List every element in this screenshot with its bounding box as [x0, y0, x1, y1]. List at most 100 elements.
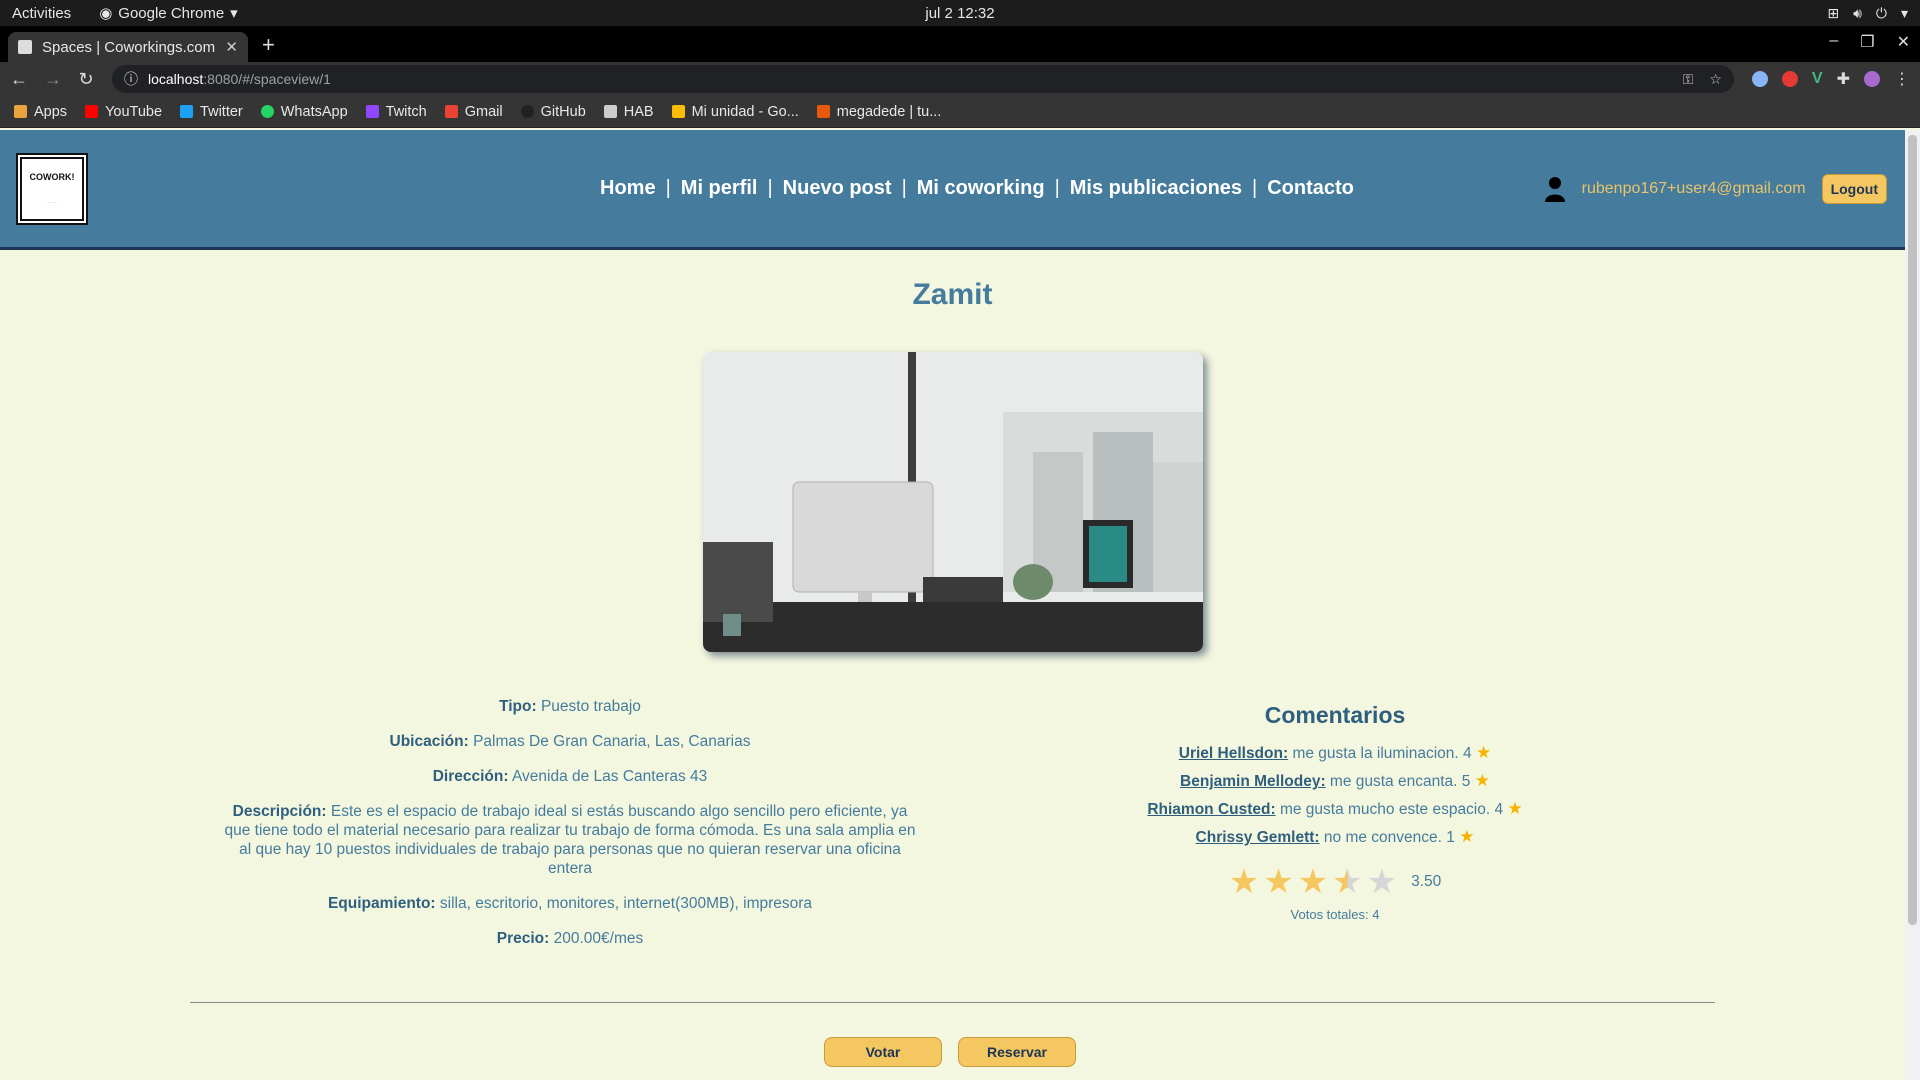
page-favicon-icon [18, 40, 32, 54]
menu-dots-icon[interactable]: ⋮ [1894, 69, 1910, 89]
adblock-icon[interactable] [1781, 71, 1798, 87]
twitch-icon [365, 105, 379, 118]
app-name: Google Chrome [118, 4, 225, 22]
star-filled-icon: ★ [1228, 863, 1260, 901]
browser-toolbar: ← → ↻ ⓘ localhost:8080/#/spaceview/1 ⚿ ☆… [0, 62, 1920, 96]
bookmark-apps[interactable]: Apps [14, 104, 67, 120]
gmail-icon [444, 105, 458, 118]
main-nav: Home | Mi perfil | Nuevo post | Mi cowor… [600, 177, 1354, 200]
comment-item: Benjamin Mellodey: me gusta encanta. 5 ★ [1115, 771, 1555, 791]
vue-devtools-icon[interactable]: V [1812, 70, 1823, 88]
bookmark-drive[interactable]: Mi unidad - Go... [671, 104, 799, 120]
nav-contacto[interactable]: Contacto [1267, 177, 1354, 200]
precio-row: Precio: 200.00€/mes [496, 930, 644, 947]
comment-item: Uriel Hellsdon: me gusta la iluminacion.… [1115, 743, 1555, 763]
star-icon: ★ [1459, 827, 1475, 846]
chevron-down-icon: ▾ [230, 5, 238, 22]
star-icon: ★ [1475, 743, 1492, 762]
comment-author[interactable]: Benjamin Mellodey: [1180, 773, 1326, 790]
bookmark-twitter[interactable]: Twitter [180, 104, 243, 120]
total-votes: Votos totales: 4 [1290, 907, 1380, 922]
nav-home[interactable]: Home [600, 177, 656, 200]
vote-button[interactable]: Votar [824, 1037, 942, 1067]
nav-mi-coworking[interactable]: Mi coworking [917, 177, 1045, 200]
back-icon[interactable]: ← [10, 69, 28, 90]
site-header: COWORK! · · · · · · Home | Mi perfil | N… [0, 130, 1905, 250]
maximize-icon[interactable]: ❐ [1860, 32, 1874, 52]
nav-separator: | [901, 177, 907, 199]
comment-author[interactable]: Rhiamon Custed: [1147, 801, 1275, 818]
bookmark-megadede[interactable]: megadede | tu... [816, 104, 941, 120]
logout-button[interactable]: Logout [1821, 173, 1887, 204]
bookmark-twitch[interactable]: Twitch [365, 104, 427, 120]
scrollbar-thumb[interactable] [1908, 135, 1917, 925]
google-drive-icon [671, 105, 685, 118]
key-icon[interactable]: ⚿ [1683, 71, 1694, 88]
address-bar[interactable]: ⓘ localhost:8080/#/spaceview/1 ⚿ ☆ [112, 65, 1734, 93]
info-icon[interactable]: ⓘ [124, 69, 138, 89]
nav-mi-perfil[interactable]: Mi perfil [681, 177, 758, 200]
browser-tab[interactable]: Spaces | Coworkings.com ✕ [8, 32, 248, 62]
close-tab-icon[interactable]: ✕ [225, 38, 238, 56]
comment-item: Chrissy Gemlett: no me convence. 1 ★ [1115, 827, 1555, 847]
rating-stars: ★ ★ ★ ★ ★ 3.50 [1115, 865, 1555, 899]
window-controls: – ❐ ✕ [1829, 32, 1910, 52]
clock[interactable]: jul 2 12:32 [925, 5, 994, 22]
new-tab-button[interactable]: + [262, 32, 275, 58]
nav-separator: | [767, 177, 773, 199]
bookmark-gmail[interactable]: Gmail [444, 104, 503, 120]
descripcion-value: Este es el espacio de trabajo ideal si e… [224, 803, 916, 877]
direccion-row: Dirección: Avenida de Las Canteras 43 [432, 768, 708, 785]
star-filled-icon: ★ [1297, 863, 1329, 901]
site-logo[interactable]: COWORK! · · · · · · [16, 152, 88, 225]
forward-icon[interactable]: → [44, 69, 62, 90]
comment-author[interactable]: Chrissy Gemlett: [1196, 829, 1320, 846]
page-scrollbar[interactable] [1905, 130, 1920, 1080]
minimize-icon[interactable]: – [1829, 32, 1838, 52]
user-area: rubenpo167+user4@gmail.com Logout [1544, 173, 1887, 204]
user-email[interactable]: rubenpo167+user4@gmail.com [1582, 180, 1806, 198]
tab-title: Spaces | Coworkings.com [42, 38, 216, 56]
puzzle-icon[interactable]: ✚ [1837, 69, 1850, 89]
github-icon [520, 105, 534, 118]
extension-icon[interactable] [1751, 71, 1768, 87]
apps-grid-icon [14, 105, 27, 118]
url-path: :8080/#/spaceview/1 [203, 71, 331, 87]
tab-strip: Spaces | Coworkings.com ✕ + – ❐ ✕ [0, 26, 1920, 62]
star-icon: ★ [1474, 771, 1490, 790]
system-tray[interactable]: ⊞ 🔊︎ ⏻ ▾ [1827, 5, 1908, 22]
user-icon[interactable] [1544, 175, 1566, 203]
profile-avatar[interactable] [1864, 71, 1880, 87]
comment-text: me gusta encanta. 5 [1329, 773, 1471, 790]
reload-icon[interactable]: ↻ [78, 69, 94, 90]
nav-separator: | [665, 177, 671, 199]
page-viewport: COWORK! · · · · · · Home | Mi perfil | N… [0, 130, 1905, 1080]
bookmark-hab[interactable]: HAB [603, 104, 654, 120]
comment-item: Rhiamon Custed: me gusta mucho este espa… [1115, 799, 1555, 819]
bookmark-github[interactable]: GitHub [520, 104, 586, 120]
folder-icon [603, 105, 617, 118]
bookmark-star-icon[interactable]: ☆ [1709, 71, 1722, 88]
tipo-row: Tipo: Puesto trabajo [499, 698, 641, 715]
comment-text: me gusta la iluminacion. 4 [1292, 745, 1472, 762]
bookmark-youtube[interactable]: YouTube [85, 104, 162, 120]
equipamiento-row: Equipamiento: silla, escritorio, monitor… [327, 895, 813, 912]
descripcion-row: Descripción: Este es el espacio de traba… [224, 803, 916, 877]
network-icon: ⊞ [1827, 4, 1840, 21]
app-menu[interactable]: ◉ Google Chrome ▾ [99, 4, 238, 23]
close-window-icon[interactable]: ✕ [1897, 32, 1910, 52]
reserve-button[interactable]: Reservar [958, 1037, 1076, 1067]
chrome-icon: ◉ [99, 5, 113, 22]
space-title: Zamit [912, 278, 993, 311]
activities-button[interactable]: Activities [12, 5, 71, 22]
comment-author[interactable]: Uriel Hellsdon: [1179, 745, 1288, 762]
nav-mis-publicaciones[interactable]: Mis publicaciones [1070, 177, 1242, 200]
youtube-icon [85, 105, 99, 118]
chevron-down-icon: ▾ [1900, 4, 1908, 21]
nav-nuevo-post[interactable]: Nuevo post [783, 177, 892, 200]
star-filled-icon: ★ [1263, 863, 1294, 901]
bookmark-whatsapp[interactable]: WhatsApp [260, 104, 348, 120]
star-half-icon: ★ [1332, 863, 1363, 901]
comments-title: Comentarios [1264, 702, 1406, 728]
space-photo [703, 352, 1203, 652]
